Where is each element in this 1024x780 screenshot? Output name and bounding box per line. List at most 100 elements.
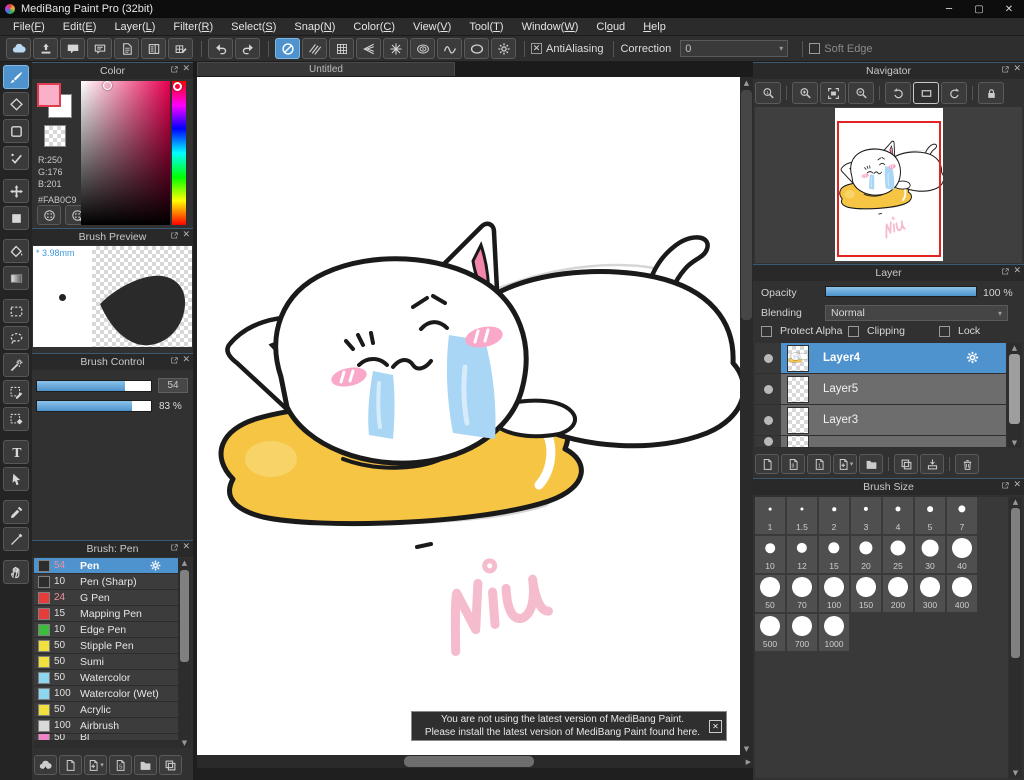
hand-tool[interactable] [3,560,29,584]
brush-size-cell[interactable]: 1000 [819,614,850,652]
snap-off-button[interactable] [275,38,300,59]
menu-layerl[interactable]: Layer(L) [105,19,164,35]
fit-window-button[interactable] [820,82,846,104]
lock-checkbox[interactable]: Lock [939,325,980,337]
menu-edite[interactable]: Edit(E) [54,19,106,35]
publish-button[interactable] [33,38,58,59]
brush-item[interactable]: 50 Stipple Pen [34,638,178,654]
brush-item[interactable]: 24 G Pen [34,590,178,606]
brush-size-value[interactable]: 54 [158,378,188,393]
new-folder-button[interactable] [859,454,883,474]
popout-icon[interactable] [170,542,179,552]
brush-size-cell[interactable]: 100 [819,575,850,613]
panel-list-button[interactable] [141,38,166,59]
popout-icon[interactable] [170,355,179,365]
brush-size-cell[interactable]: 2 [819,497,850,535]
popout-icon[interactable] [1001,266,1010,276]
scroll-down-icon[interactable]: ▼ [178,738,191,748]
scroll-down-icon[interactable]: ▼ [1007,438,1022,448]
select-tool[interactable] [3,299,29,323]
brush-size-cell[interactable]: 700 [787,614,818,652]
brush-size-cell[interactable]: 15 [819,536,850,574]
zoom-actual-button[interactable]: 1 [755,82,781,104]
brush-size-cell[interactable]: 10 [755,536,786,574]
brush-item[interactable]: 100 Airbrush [34,718,178,734]
hue-cursor[interactable] [173,82,182,91]
brush-item[interactable]: 50 Bl [34,734,178,741]
maximize-button[interactable]: ▢ [964,0,994,18]
brush-item[interactable]: 50 Sumi [34,654,178,670]
brush-size-cell[interactable]: 500 [755,614,786,652]
fill-figure-tool[interactable] [3,206,29,230]
layer-row[interactable] [755,436,1006,448]
close-icon[interactable]: ✕ [182,230,190,240]
zoom-out-button[interactable] [848,82,874,104]
eyedropper-tool[interactable] [3,500,29,524]
antialiasing-checkbox[interactable]: ✕ [531,43,542,54]
scrollbar-thumb[interactable] [404,756,534,767]
palette-button[interactable] [37,205,61,225]
layer-row[interactable]: Layer3 [755,405,1006,436]
comment-button[interactable] [60,38,85,59]
new-layer-button[interactable] [755,454,779,474]
soft-edge-checkbox[interactable] [809,43,821,54]
layer-row[interactable]: Layer5 [755,374,1006,405]
zoom-in-button[interactable] [792,82,818,104]
gradient-tool[interactable] [3,266,29,290]
brush-size-slider[interactable] [36,380,152,392]
menu-viewv[interactable]: View(V) [404,19,460,35]
delete-layer-button[interactable] [955,454,979,474]
brush-size-cell[interactable]: 1.5 [787,497,818,535]
duplicate-brush-button[interactable] [159,755,182,775]
brush-size-cell[interactable]: 150 [851,575,882,613]
popout-icon[interactable] [1001,480,1010,490]
canvas-horizontal-scrollbar[interactable]: ◀ ▶ [197,755,753,768]
menu-windoww[interactable]: Window(W) [513,19,588,35]
popout-icon[interactable] [1001,64,1010,74]
rotate-reset-button[interactable] [913,82,939,104]
brush-size-cell[interactable]: 25 [883,536,914,574]
brush-settings-gear-icon[interactable] [149,559,162,572]
close-icon[interactable]: ✕ [182,355,190,365]
merge-layer-button[interactable] [920,454,944,474]
clipping-checkbox[interactable]: Clipping [848,325,905,337]
snap-grid-button[interactable] [329,38,354,59]
scroll-up-icon[interactable]: ▲ [1009,497,1022,507]
navigator-viewport-frame[interactable] [837,121,941,257]
menu-colorc[interactable]: Color(C) [344,19,404,35]
snap-concentric-button[interactable] [410,38,435,59]
snap-ellipse-button[interactable] [464,38,489,59]
message-button[interactable] [87,38,112,59]
brush-list-scrollbar[interactable]: ▲ ▼ [178,558,191,748]
brush-size-cell[interactable]: 70 [787,575,818,613]
close-icon[interactable]: ✕ [182,542,190,552]
select-pen-tool[interactable] [3,380,29,404]
blending-dropdown[interactable]: Normal ▾ [825,305,1008,321]
foreground-color-swatch[interactable] [37,83,61,107]
sv-cursor[interactable] [103,81,112,90]
redo-button[interactable] [235,38,260,59]
transparent-color-swatch[interactable] [44,125,66,147]
scroll-down-icon[interactable]: ▼ [1009,768,1022,778]
menu-filef[interactable]: File(F) [4,19,54,35]
lasso-tool[interactable] [3,326,29,350]
dot-tool[interactable] [3,146,29,170]
canvas[interactable]: You are not using the latest version of … [197,77,740,755]
rotate-ccw-button[interactable] [885,82,911,104]
correction-dropdown[interactable]: 0 ▾ [680,40,789,57]
scroll-up-icon[interactable]: ▲ [178,558,191,568]
hue-slider[interactable] [172,81,186,225]
layer-list-scrollbar[interactable]: ▲ ▼ [1007,343,1022,448]
select-eraser-tool[interactable] [3,407,29,431]
brush-item[interactable]: 10 Edge Pen [34,622,178,638]
layer-row[interactable]: Layer4 [755,343,1006,374]
brush-item[interactable]: 100 Watercolor (Wet) [34,686,178,702]
menu-cloud[interactable]: Cloud [587,19,634,35]
brush-item[interactable]: 50 Acrylic [34,702,178,718]
close-icon[interactable]: ✕ [1013,266,1021,276]
document-button[interactable] [114,38,139,59]
brush-item[interactable]: 10 Pen (Sharp) [34,574,178,590]
brush-size-cell[interactable]: 400 [947,575,978,613]
figure-tool[interactable] [3,119,29,143]
layer-settings-gear-icon[interactable] [965,350,980,365]
